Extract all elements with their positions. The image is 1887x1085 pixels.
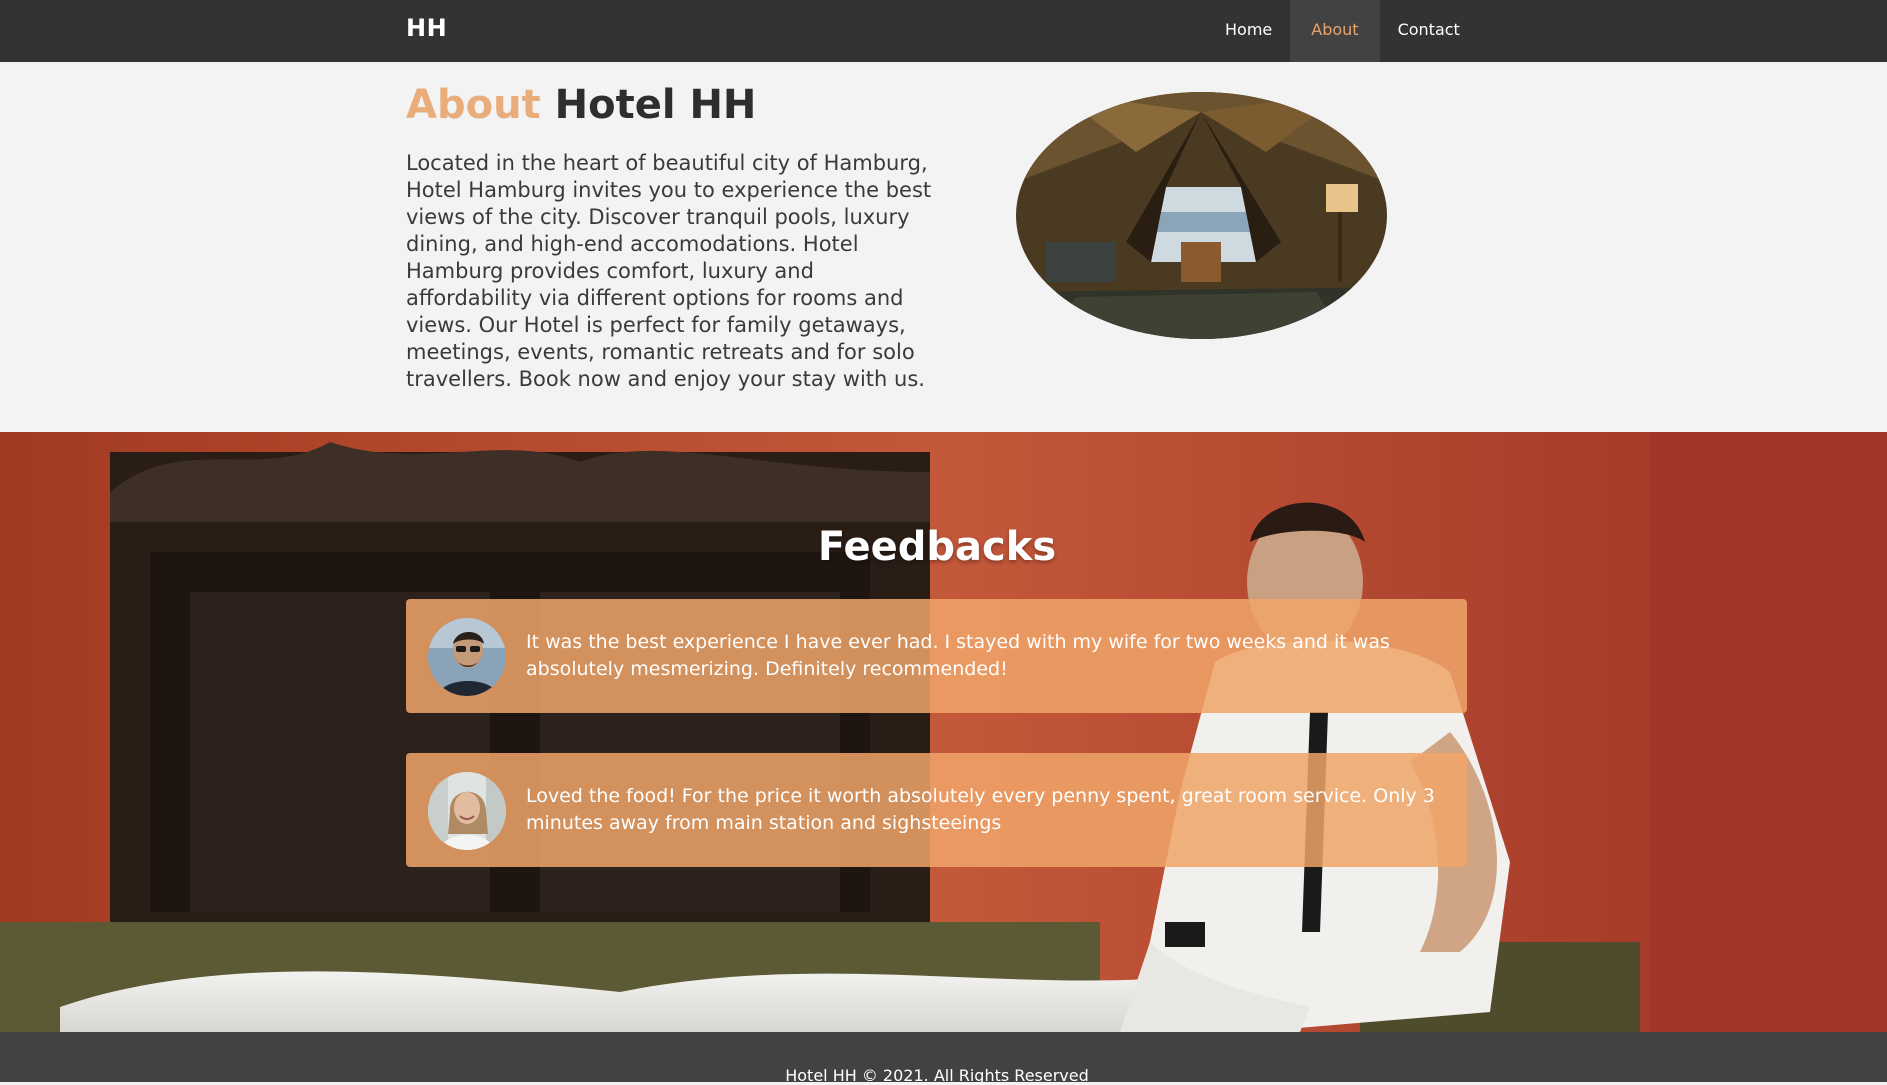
brand-logo[interactable]: HH [406,14,447,42]
feedbacks-title: Feedbacks [817,524,1057,570]
about-description: Located in the heart of beautiful city o… [406,151,932,391]
nav-link-home[interactable]: Home [1207,0,1290,62]
hotel-tent-photo [1016,92,1387,339]
footer-copyright: Hotel HH © 2021. All Rights Reserved [785,1066,1089,1085]
avatar [428,772,506,850]
nav-link-contact[interactable]: Contact [1380,0,1478,62]
feedback-text: It was the best experience I have ever h… [526,631,1390,680]
navbar: HH Home About Contact [0,0,1887,62]
tent-room-image [1016,92,1387,339]
man-avatar-image [428,618,506,696]
footer: Hotel HH © 2021. All Rights Reserved [0,1032,1887,1085]
feedback-card: Loved the food! For the price it worth a… [406,753,1467,867]
feedback-text: Loved the food! For the price it worth a… [526,785,1435,834]
about-title-rest: Hotel HH [554,82,757,128]
avatar [428,618,506,696]
feedback-card: It was the best experience I have ever h… [406,599,1467,713]
hotel-room-background-image [0,432,1887,1032]
woman-avatar-image [428,772,506,850]
nav-links: Home About Contact [1207,0,1478,62]
feedbacks-section: Feedbacks It was the best experience I h… [0,432,1887,1032]
nav-link-about[interactable]: About [1290,0,1380,62]
about-title-highlight: About [406,82,541,128]
about-section: About Hotel HH Located in the heart of b… [0,62,1887,432]
about-title: About Hotel HH [406,82,756,128]
